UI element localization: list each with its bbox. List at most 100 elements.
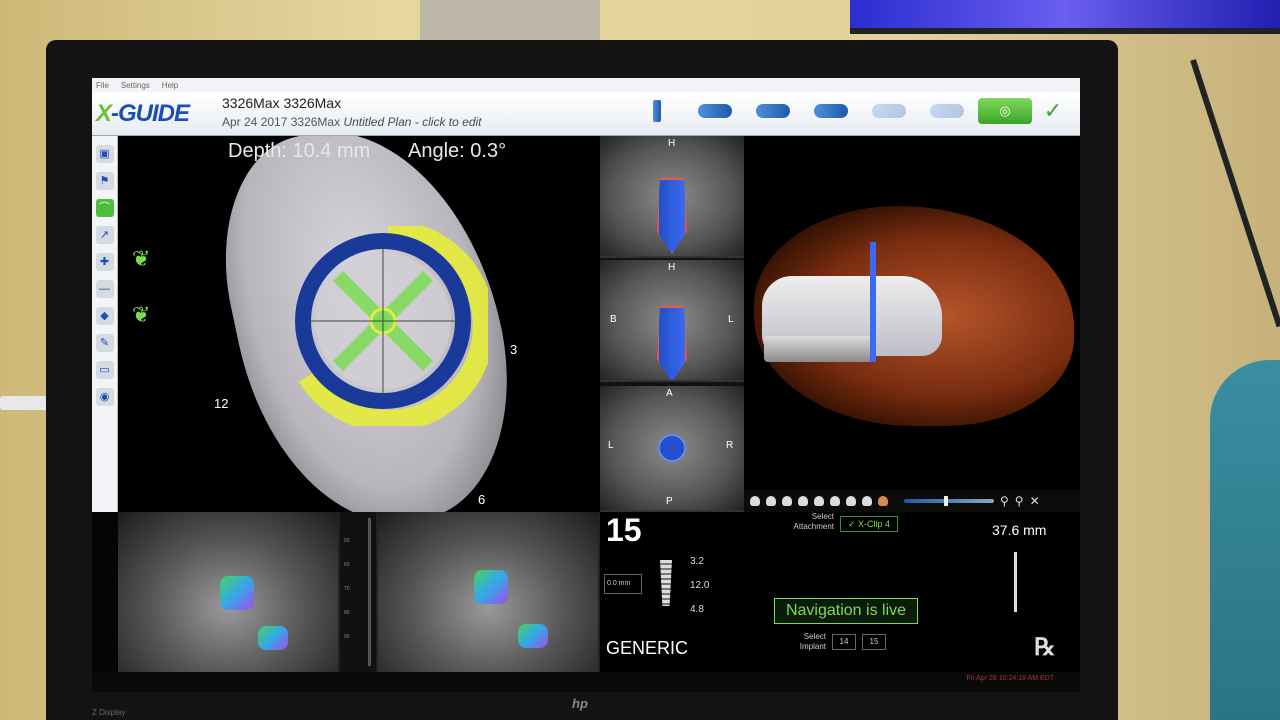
background-tv [850, 0, 1280, 34]
tooth-15-icon[interactable]: ❦ [132, 302, 150, 328]
slice-view-bottom[interactable]: A L R P [600, 386, 744, 512]
tracker-step-icon[interactable] [804, 98, 858, 124]
camera-feeds: 50 60 70 80 90 [118, 512, 600, 672]
tooth-view-icon[interactable] [830, 496, 840, 506]
slice-label-b: B [610, 314, 617, 325]
pin-icon[interactable]: ⚲ [1000, 494, 1009, 508]
select-implant-label: Select Implant [799, 632, 826, 651]
depth-tick: 50 [344, 538, 350, 544]
bone-view-icon[interactable] [878, 496, 888, 506]
arch-tool-icon[interactable]: ⌒ [95, 199, 114, 217]
menu-file[interactable]: File [96, 81, 109, 90]
depth-bar [368, 518, 371, 666]
opacity-slider[interactable] [904, 496, 994, 506]
tooth-view-icon[interactable] [798, 496, 808, 506]
left-toolbar: ▣ ⚑ ⌒ ↗ ✚ ― ◆ ✎ ▭ ◉ [92, 136, 118, 512]
title-bar: X-GUIDE 3326Max 3326Max Apr 24 2017 3326… [92, 92, 1080, 136]
slice-label-l: L [728, 314, 734, 325]
tracker-marker [258, 626, 288, 650]
done-check-icon[interactable]: ✓ [1036, 98, 1070, 124]
camera-feed-left [118, 512, 338, 672]
depth-offset-stepper[interactable]: 0.0 mm [604, 574, 642, 594]
probe-step-icon[interactable] [920, 98, 974, 124]
navigation-status: Navigation is live [774, 598, 918, 624]
implant-step-icon[interactable] [630, 98, 684, 124]
clock-6-label: 6 [478, 492, 486, 507]
attachment-select[interactable]: ✓ X-Clip 4 [840, 516, 898, 532]
case-date: Apr 24 2017 3326Max [222, 115, 341, 129]
implant-length: 12.0 [690, 580, 710, 591]
tracker-marker [474, 570, 508, 604]
depth-tick: 60 [344, 562, 350, 568]
slice-view-mid[interactable]: H B L [600, 260, 744, 382]
workflow-bar: ◎ ✓ [630, 98, 1070, 124]
angle-readout: Angle: 0.3° [408, 140, 507, 162]
display-label: Z Display [92, 708, 126, 717]
implant-crosssection [658, 434, 686, 462]
probe-icon[interactable]: ⚲ [1015, 494, 1024, 508]
case-subtitle[interactable]: Apr 24 2017 3326Max Untitled Plan - clic… [222, 115, 482, 129]
menu-help[interactable]: Help [162, 81, 178, 90]
tooth-view-icon[interactable] [846, 496, 856, 506]
implant-info-panel: 15 0.0 mm 3.2 12.0 4.8 GENERIC Select At… [600, 512, 1080, 672]
slice-label-r: R [726, 440, 734, 451]
tooth-view-icon[interactable] [862, 496, 872, 506]
drill-render [764, 336, 874, 362]
layout-tool-icon[interactable]: ▣ [95, 145, 114, 163]
arch-step-icon[interactable] [862, 98, 916, 124]
calibrate-step-icon[interactable] [746, 98, 800, 124]
measure-tool-icon[interactable]: ✚ [95, 253, 114, 271]
person-shoulder [1210, 360, 1280, 720]
implant-library: GENERIC [606, 638, 689, 658]
rx-icon[interactable]: ℞ [1034, 632, 1056, 661]
3d-view-toolbar: ⚲ ⚲ ✕ [744, 490, 1080, 512]
drill-depth-readout: 37.6 mm [992, 522, 1047, 538]
slice-label-p: P [666, 496, 673, 507]
clock-3-label: 3 [510, 342, 518, 357]
slice-label-h: H [668, 262, 676, 273]
bone-tool-icon[interactable]: ◆ [95, 307, 114, 325]
tooth-number: 15 [606, 512, 642, 548]
depth-scale: 50 60 70 80 90 [340, 512, 376, 672]
camera-tool-icon[interactable]: ◉ [95, 388, 114, 406]
menu-bar: File Settings Help [92, 78, 1080, 92]
window-tool-icon[interactable]: ▭ [95, 361, 114, 379]
tooth-view-icon[interactable] [750, 496, 760, 506]
plan-name[interactable]: Untitled Plan - click to edit [343, 115, 481, 129]
nerve-tool-icon[interactable]: ↗ [95, 226, 114, 244]
app-window: File Settings Help X-GUIDE 3326Max 3326M… [92, 78, 1080, 692]
tooth-view-icon[interactable] [782, 496, 792, 506]
menu-settings[interactable]: Settings [121, 81, 150, 90]
implant-diameter-top: 3.2 [690, 556, 704, 567]
implant-15-button[interactable]: 15 [862, 634, 886, 650]
implant-icon [660, 560, 672, 606]
status-bar: Fri Apr 28 10:24:18 AM EDT [92, 672, 1080, 692]
implant-14-button[interactable]: 14 [832, 634, 856, 650]
close-icon[interactable]: ✕ [1030, 494, 1040, 508]
depth-tick: 80 [344, 610, 350, 616]
pen-tool-icon[interactable]: ✎ [95, 334, 114, 352]
status-timestamp: Fri Apr 28 10:24:18 AM EDT [966, 675, 1054, 682]
3d-view[interactable]: ⚲ ⚲ ✕ [744, 136, 1080, 512]
slice-label-h: H [668, 138, 676, 149]
tracker-marker [518, 624, 548, 648]
implant-axis-render [870, 242, 876, 362]
tooth-view-icon[interactable] [814, 496, 824, 506]
slice-label-l: L [608, 440, 614, 451]
depth-tick: 70 [344, 586, 350, 592]
drill-step-icon[interactable] [688, 98, 742, 124]
hp-logo: hp [572, 696, 588, 711]
tooth-view-icon[interactable] [766, 496, 776, 506]
navigate-step-icon[interactable]: ◎ [978, 98, 1032, 124]
line-tool-icon[interactable]: ― [95, 280, 114, 298]
slider-thumb[interactable] [944, 496, 948, 506]
drill-guidance-gauge [295, 226, 488, 426]
navigation-view[interactable]: ❦ ❦ Depth: 10.4 mm Angle: 0.3° 12 3 6 [118, 136, 600, 512]
implant-outline [657, 178, 687, 254]
slice-view-top[interactable]: H [600, 136, 744, 258]
drill-icon [1014, 552, 1044, 612]
camera-feed-right [378, 512, 598, 672]
flag-tool-icon[interactable]: ⚑ [95, 172, 114, 190]
tooth-14-icon[interactable]: ❦ [132, 246, 150, 272]
select-attachment-label: Select Attachment [793, 512, 834, 531]
